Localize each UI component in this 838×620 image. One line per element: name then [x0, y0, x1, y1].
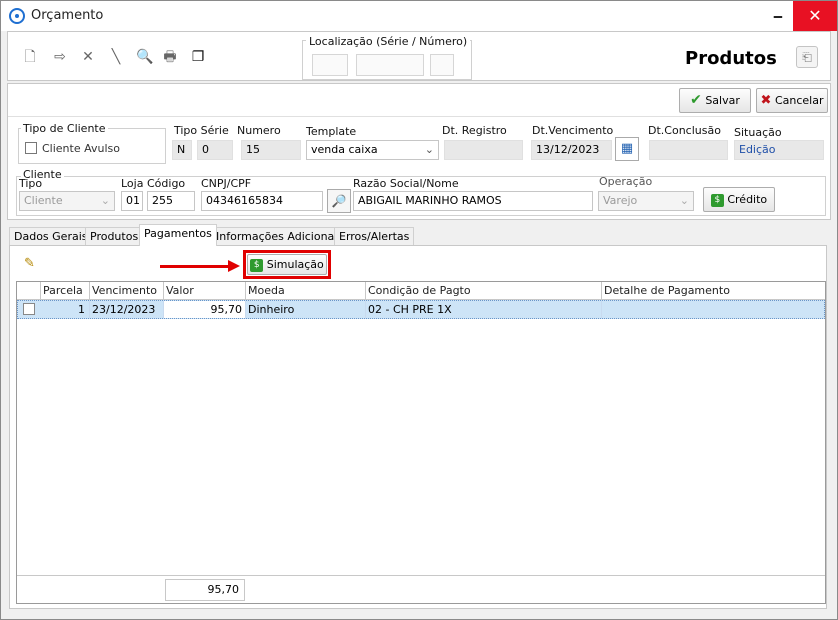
pagamentos-panel: ✎ $ Simulação Parcela Vencimento Valor M… — [9, 245, 827, 609]
localizacao-label: Localização (Série / Número) — [306, 35, 471, 48]
razao-field[interactable]: ABIGAIL MARINHO RAMOS — [353, 191, 593, 211]
cnpj-label: CNPJ/CPF — [201, 177, 252, 190]
dt-conclusao-field[interactable] — [649, 140, 728, 160]
simulacao-button[interactable]: $ Simulação — [247, 254, 327, 275]
cell-detalhe — [602, 301, 824, 318]
calendar-icon[interactable]: ▦ — [615, 137, 639, 161]
col-moeda[interactable]: Moeda — [246, 282, 366, 300]
tipo-label: Tipo — [19, 177, 43, 190]
tab-produtos[interactable]: Produtos — [85, 227, 144, 245]
codigo-label: Código — [147, 177, 186, 190]
dt-registro-field[interactable] — [444, 140, 523, 160]
cancel-button[interactable]: ✖ Cancelar — [756, 88, 828, 113]
grid-footer: 95,70 — [17, 575, 825, 603]
money-icon: $ — [250, 258, 264, 272]
search-icon[interactable]: 🔎 — [327, 189, 351, 213]
col-vencimento[interactable]: Vencimento — [90, 282, 164, 300]
send-icon[interactable]: ⇨ — [52, 49, 68, 65]
section-title: Produtos — [685, 48, 777, 69]
template-select[interactable]: venda caixa ⌄ — [306, 140, 439, 160]
tab-dados-gerais[interactable]: Dados Gerais — [9, 227, 93, 245]
minimize-button[interactable]: 🗕 — [763, 1, 793, 31]
title-bar: Orçamento 🗕 ✕ — [1, 1, 837, 31]
chevron-down-icon: ⌄ — [100, 194, 110, 207]
tab-erros-alertas[interactable]: Erros/Alertas — [334, 227, 415, 245]
exit-icon[interactable]: ⎗ — [796, 46, 818, 68]
operacao-select[interactable]: Varejo ⌄ — [598, 191, 694, 211]
localizacao-serie-field[interactable] — [356, 54, 424, 76]
loja-label: Loja — [121, 177, 144, 190]
preview-icon[interactable]: 🔍 — [136, 49, 153, 65]
window-title: Orçamento — [31, 8, 104, 23]
cnpj-field[interactable]: 04346165834 — [201, 191, 323, 211]
new-document-icon[interactable]: 🗋 — [22, 49, 38, 65]
table-row[interactable]: 1 23/12/2023 95,70 Dinheiro 02 - CH PRE … — [17, 300, 825, 319]
serie-field[interactable]: 0 — [197, 140, 233, 160]
tab-informacoes-adicionais[interactable]: Informações Adicionais — [211, 227, 349, 245]
template-label: Template — [306, 125, 357, 138]
grid-header-select — [17, 282, 41, 300]
copy-icon[interactable]: ❐ — [190, 49, 206, 65]
check-icon: ✔ — [690, 92, 702, 108]
close-button[interactable]: ✕ — [793, 1, 837, 31]
tipo-serie-field[interactable]: N — [172, 140, 192, 160]
situacao-label: Situação — [734, 126, 782, 139]
dt-registro-label: Dt. Registro — [442, 124, 507, 137]
localizacao-tipo-field[interactable] — [312, 54, 348, 76]
chevron-down-icon: ⌄ — [679, 194, 689, 207]
dt-vencimento-label: Dt.Vencimento — [532, 124, 614, 137]
form-panel: ✔ Salvar ✖ Cancelar Tipo de Cliente Clie… — [7, 83, 831, 220]
cliente-avulso-checkbox[interactable] — [25, 142, 37, 154]
tab-pagamentos[interactable]: Pagamentos — [139, 224, 217, 246]
operacao-label: Operação — [599, 175, 653, 188]
dt-vencimento-field[interactable]: 13/12/2023 — [531, 140, 612, 160]
col-condicao[interactable]: Condição de Pagto — [366, 282, 602, 300]
localizacao-search-button[interactable] — [430, 54, 454, 76]
numero-field[interactable]: 15 — [241, 140, 301, 160]
situacao-field: Edição — [734, 140, 824, 160]
row-checkbox[interactable] — [23, 303, 35, 315]
dt-conclusao-label: Dt.Conclusão — [648, 124, 721, 137]
grid-header: Parcela Vencimento Valor Moeda Condição … — [17, 282, 825, 300]
chevron-down-icon: ⌄ — [424, 143, 434, 156]
app-icon — [9, 8, 25, 24]
cliente-avulso-label: Cliente Avulso — [42, 142, 120, 155]
tipo-select[interactable]: Cliente ⌄ — [19, 191, 115, 211]
razao-label: Razão Social/Nome — [353, 177, 459, 190]
total-valor: 95,70 — [165, 579, 245, 601]
cell-moeda: Dinheiro — [246, 301, 366, 318]
payments-grid: Parcela Vencimento Valor Moeda Condição … — [16, 281, 826, 604]
delete-icon[interactable]: ✕ — [80, 49, 96, 65]
tipo-serie-label: Tipo Série — [174, 124, 229, 137]
toolbar-panel: 🗋 ⇨ ✕ ╲ 🔍 🖶 ❐ Localização (Série / Númer… — [7, 31, 831, 81]
arrow-line — [160, 265, 230, 268]
cell-valor[interactable]: 95,70 — [164, 301, 246, 318]
cell-vencimento: 23/12/2023 — [90, 301, 164, 318]
cell-condicao: 02 - CH PRE 1X — [366, 301, 602, 318]
cell-parcela: 1 — [41, 301, 90, 318]
col-parcela[interactable]: Parcela — [41, 282, 90, 300]
edit-icon[interactable]: ╲ — [108, 49, 124, 65]
edit-payment-icon[interactable]: ✎ — [24, 256, 40, 272]
codigo-field[interactable]: 255 — [147, 191, 195, 211]
separator — [8, 116, 830, 117]
credito-button[interactable]: $ Crédito — [703, 187, 775, 212]
print-icon[interactable]: 🖶 — [162, 49, 178, 65]
save-button[interactable]: ✔ Salvar — [679, 88, 751, 113]
numero-label: Numero — [237, 124, 281, 137]
col-valor[interactable]: Valor — [164, 282, 246, 300]
arrow-head-icon — [228, 260, 240, 272]
orcamento-window: Orçamento 🗕 ✕ 🗋 ⇨ ✕ ╲ 🔍 🖶 ❐ Localização … — [0, 0, 838, 620]
money-icon: $ — [710, 193, 724, 207]
cancel-x-icon: ✖ — [760, 93, 772, 108]
tipo-cliente-label: Tipo de Cliente — [21, 122, 108, 135]
col-detalhe[interactable]: Detalhe de Pagamento — [602, 282, 825, 300]
loja-field[interactable]: 01 — [121, 191, 143, 211]
